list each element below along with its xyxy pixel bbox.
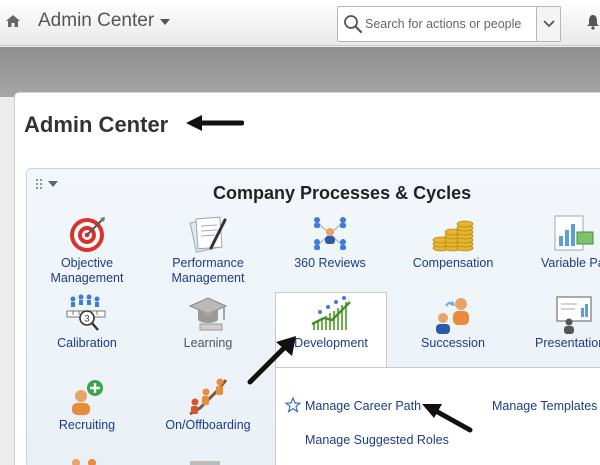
portlet-menu-icon[interactable] (36, 178, 60, 190)
tile-360-reviews[interactable]: 360 Reviews (275, 214, 385, 271)
presentation-board-icon (556, 296, 592, 334)
tile-label: Objective Management (50, 256, 124, 285)
people-icon (72, 459, 96, 465)
tile-recruiting[interactable]: Recruiting (32, 376, 142, 433)
target-icon (70, 217, 105, 252)
top-bar: Admin Center (0, 0, 600, 46)
graduation-cap-icon (188, 297, 228, 331)
portlet-title: Company Processes & Cycles (213, 183, 472, 203)
app-title: Admin Center (38, 10, 155, 31)
document-pen-icon (189, 216, 227, 253)
manage-career-path-link[interactable]: Manage Career Path (305, 399, 421, 413)
header-band (0, 47, 600, 97)
calibration-icon: 3 (66, 294, 106, 331)
search-icon (344, 15, 363, 34)
annotation-arrow-icon (422, 404, 473, 433)
caret-down-icon (160, 19, 171, 25)
tile-label: Performance Management (171, 256, 245, 285)
partial-tile-icon (190, 461, 220, 465)
svg-text:3: 3 (85, 314, 90, 324)
climbing-people-icon (189, 378, 228, 416)
tile-succession[interactable]: Succession (398, 294, 508, 351)
tile-label: Recruiting (58, 418, 116, 432)
app-title-menu[interactable]: Admin Center (38, 10, 171, 32)
tile-label: Compensation (412, 256, 494, 270)
tile-performance-management[interactable]: Performance Management (153, 214, 263, 286)
chevron-down-icon (542, 20, 555, 28)
search-dropdown-button[interactable] (536, 7, 560, 41)
tile-calibration[interactable]: 3 Calibration (32, 294, 142, 351)
tile-label: Succession (421, 336, 485, 350)
search-box (337, 6, 561, 42)
coins-icon (432, 220, 474, 252)
page-title: Admin Center (24, 112, 169, 137)
people-network-icon (314, 217, 346, 250)
growth-chart-icon (311, 296, 351, 330)
bell-icon[interactable] (586, 14, 600, 30)
search-input[interactable] (365, 9, 533, 39)
home-icon[interactable] (5, 13, 21, 29)
tile-compensation[interactable]: Compensation (398, 214, 508, 271)
tile-label: Calibration (57, 336, 117, 350)
chart-document-icon (554, 215, 594, 251)
tile-presentation[interactable]: Presentation (535, 294, 600, 351)
tile-label: Presentation (535, 336, 600, 350)
succession-people-icon (436, 298, 469, 334)
tile-objective-management[interactable]: Objective Management (32, 214, 142, 286)
tile-variable-pay[interactable]: Variable Pa (535, 214, 600, 271)
tile-label: 360 Reviews (294, 256, 366, 270)
tile-label: On/Offboarding (165, 418, 251, 432)
tile-label: Variable Pa (541, 256, 600, 270)
star-icon[interactable] (285, 397, 301, 413)
annotation-arrow-icon (186, 115, 244, 131)
manage-templates-link[interactable]: Manage Templates (492, 399, 597, 413)
add-person-icon (72, 380, 103, 415)
